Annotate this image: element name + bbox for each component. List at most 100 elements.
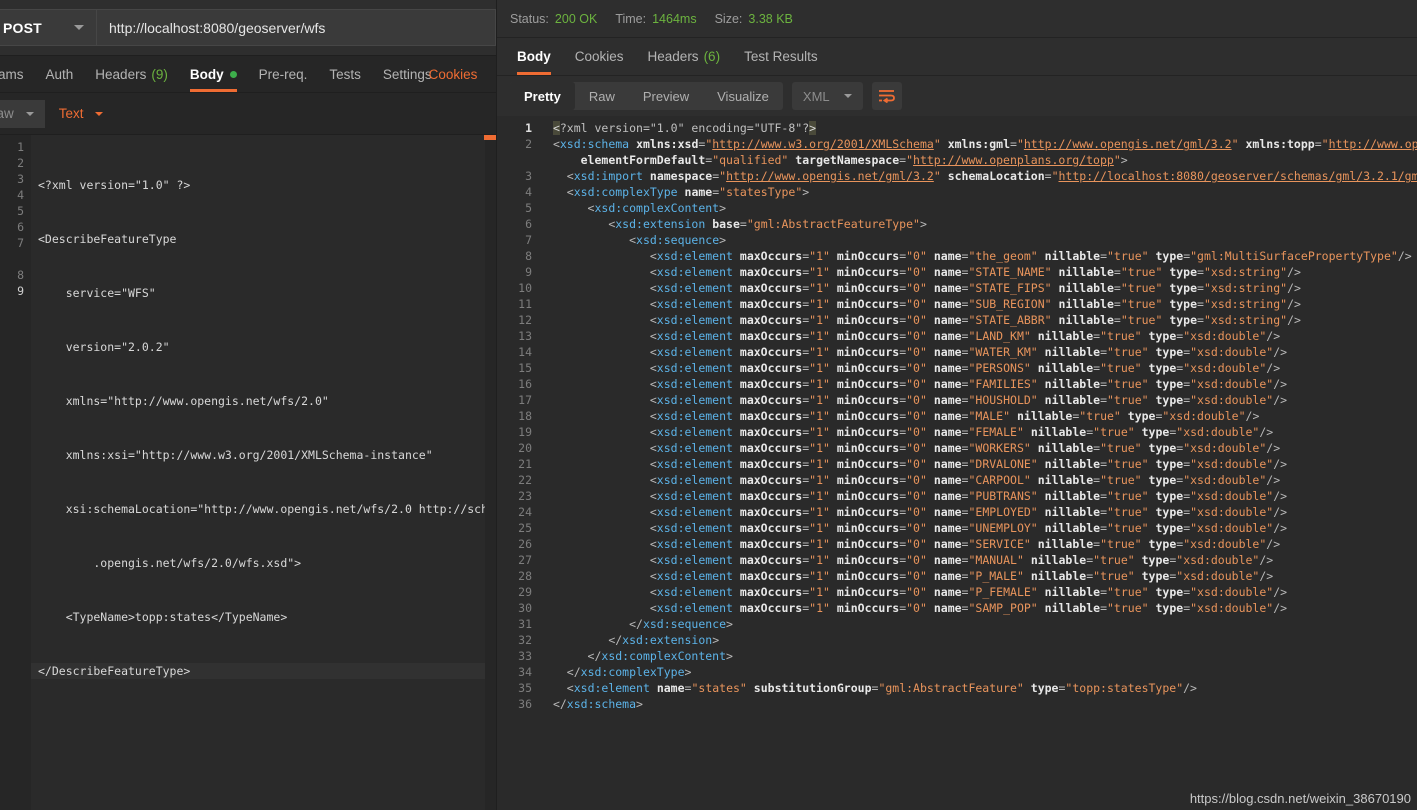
line-number: 16 (497, 376, 542, 392)
line-number: 30 (497, 600, 542, 616)
response-pane: Status: 200 OK Time: 1464ms Size: 3.38 K… (497, 0, 1417, 810)
cookies-link[interactable]: Cookies (429, 56, 489, 92)
view-raw[interactable]: Raw (575, 82, 629, 110)
tab-params-label: arams (0, 67, 24, 82)
line-number: 28 (497, 568, 542, 584)
line-number: 6 (0, 219, 31, 235)
tab-settings-label: Settings (383, 67, 432, 82)
status-group: Status: 200 OK (510, 12, 597, 26)
line-number: 5 (0, 203, 31, 219)
line-number: 11 (497, 296, 542, 312)
tab-headers[interactable]: Headers (9) (84, 56, 179, 92)
line-number: 27 (497, 552, 542, 568)
code-line: </xsd:sequence> (542, 616, 1417, 632)
request-tabs: arams Auth Headers (9) Body Pre-req. Tes… (0, 56, 496, 93)
line-number: 26 (497, 536, 542, 552)
response-tab-headers-count: (6) (704, 49, 721, 64)
code-line: <xsd:element maxOccurs="1" minOccurs="0"… (542, 328, 1417, 344)
view-visualize[interactable]: Visualize (703, 82, 783, 110)
code-line: <xsd:element maxOccurs="1" minOccurs="0"… (542, 488, 1417, 504)
code-line: <xsd:element maxOccurs="1" minOccurs="0"… (542, 440, 1417, 456)
code-line: version="2.0.2" (31, 339, 496, 355)
time-label: Time: (615, 12, 646, 26)
watermark-text: https://blog.csdn.net/weixin_38670190 (1190, 791, 1411, 806)
line-number: 24 (497, 504, 542, 520)
chevron-down-icon (844, 94, 852, 98)
code-line: <xsd:element maxOccurs="1" minOccurs="0"… (542, 392, 1417, 408)
time-value: 1464ms (652, 12, 696, 26)
response-body-viewer[interactable]: 1 2 . 3 4 5 6 7 8 9 10 11 12 13 14 15 16… (497, 116, 1417, 810)
code-line: <xsd:element maxOccurs="1" minOccurs="0"… (542, 568, 1417, 584)
line-number: 5 (497, 200, 542, 216)
editor-change-marker (484, 135, 496, 140)
tab-headers-count: (9) (151, 67, 168, 82)
line-number: 8 (0, 267, 31, 283)
tab-authorization-label: Auth (46, 67, 74, 82)
request-url-input[interactable]: http://localhost:8080/geoserver/wfs (96, 9, 496, 46)
response-code-lines: <?xml version="1.0" encoding="UTF-8"?> <… (542, 116, 1417, 810)
line-number: 32 (497, 632, 542, 648)
body-format-selector[interactable]: Text (59, 106, 103, 121)
tab-authorization[interactable]: Auth (35, 56, 85, 92)
cookies-link-label: Cookies (429, 67, 478, 82)
size-label: Size: (715, 12, 743, 26)
line-number: 8 (497, 248, 542, 264)
view-preview[interactable]: Preview (629, 82, 703, 110)
response-tab-body[interactable]: Body (505, 38, 563, 75)
line-number: 7 (0, 235, 31, 251)
word-wrap-toggle[interactable] (872, 82, 902, 110)
response-gutter: 1 2 . 3 4 5 6 7 8 9 10 11 12 13 14 15 16… (497, 116, 542, 810)
code-line: xmlns:xsi="http://www.w3.org/2001/XMLSch… (31, 447, 496, 463)
code-line: <xsd:element maxOccurs="1" minOccurs="0"… (542, 536, 1417, 552)
request-body-editor[interactable]: 1 2 3 4 5 6 7 8 9 <?xml version="1.0" ?>… (0, 135, 496, 810)
tab-params[interactable]: arams (0, 56, 35, 92)
tab-tests-label: Tests (329, 67, 361, 82)
line-number: 19 (497, 424, 542, 440)
request-editor-scrollbar[interactable] (485, 135, 496, 810)
response-format-label: XML (803, 89, 830, 104)
code-line: <xsd:element maxOccurs="1" minOccurs="0"… (542, 280, 1417, 296)
tab-pre-request-label: Pre-req. (259, 67, 308, 82)
line-number: 21 (497, 456, 542, 472)
line-number: 7 (497, 232, 542, 248)
tab-pre-request-script[interactable]: Pre-req. (248, 56, 319, 92)
http-method-selector[interactable]: POST (0, 9, 96, 46)
code-line: <xsd:element maxOccurs="1" minOccurs="0"… (542, 472, 1417, 488)
response-tabs: Body Cookies Headers (6) Test Results (497, 38, 1417, 76)
view-preview-label: Preview (643, 89, 689, 104)
tab-tests[interactable]: Tests (318, 56, 372, 92)
chevron-down-icon (26, 112, 34, 116)
line-number: 6 (497, 216, 542, 232)
line-number: 14 (497, 344, 542, 360)
code-line: .opengis.net/wfs/2.0/wfs.xsd"> (31, 555, 496, 571)
code-line: </DescribeFeatureType> (31, 663, 496, 679)
code-line: <xsd:element maxOccurs="1" minOccurs="0"… (542, 312, 1417, 328)
http-method-label: POST (3, 20, 42, 36)
code-line: xsi:schemaLocation="http://www.opengis.n… (31, 501, 496, 517)
line-number: 35 (497, 680, 542, 696)
tab-body-label: Body (190, 67, 224, 82)
tab-body[interactable]: Body (179, 56, 248, 92)
code-line: </xsd:complexType> (542, 664, 1417, 680)
line-number: 17 (497, 392, 542, 408)
line-number: 22 (497, 472, 542, 488)
line-number: 18 (497, 408, 542, 424)
code-line: <xsd:element maxOccurs="1" minOccurs="0"… (542, 520, 1417, 536)
line-number: 4 (0, 187, 31, 203)
code-line: <xsd:element maxOccurs="1" minOccurs="0"… (542, 584, 1417, 600)
response-format-selector[interactable]: XML (792, 82, 863, 110)
view-pretty[interactable]: Pretty (510, 82, 575, 110)
view-visualize-label: Visualize (717, 89, 769, 104)
body-mode-selector[interactable]: raw (0, 100, 45, 128)
response-tab-headers[interactable]: Headers (6) (636, 38, 733, 75)
code-line: <TypeName>topp:states</TypeName> (31, 609, 496, 625)
code-line: <xsd:element maxOccurs="1" minOccurs="0"… (542, 600, 1417, 616)
response-tab-cookies[interactable]: Cookies (563, 38, 636, 75)
line-number: 9 (0, 283, 31, 299)
line-number: 23 (497, 488, 542, 504)
code-line: <xsd:element maxOccurs="1" minOccurs="0"… (542, 456, 1417, 472)
size-group: Size: 3.38 KB (715, 12, 793, 26)
line-number: 25 (497, 520, 542, 536)
response-tab-test-results[interactable]: Test Results (732, 38, 830, 75)
line-number: 20 (497, 440, 542, 456)
